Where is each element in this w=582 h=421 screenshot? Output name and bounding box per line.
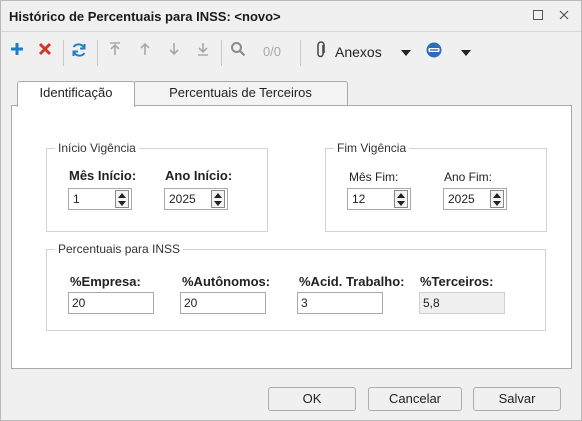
ano-fim-spinner[interactable]: 2025 — [443, 188, 507, 210]
autonomos-label: %Autônomos: — [182, 274, 271, 289]
ano-inicio-spinner[interactable]: 2025 — [164, 188, 228, 210]
ano-inicio-label: Ano Início: — [165, 168, 233, 183]
spinner-arrows-icon[interactable] — [490, 190, 504, 208]
spinner-arrows-icon[interactable] — [211, 190, 225, 208]
maximize-icon[interactable] — [528, 6, 548, 26]
tab-control: Identificação Percentuais de Terceiros I… — [11, 81, 572, 369]
ano-fim-label: Ano Fim: — [444, 170, 493, 184]
terceiros-input: 5,8 — [419, 292, 505, 314]
acid-trabalho-input[interactable]: 3 — [297, 292, 383, 314]
toolbar-separator — [97, 40, 98, 66]
last-icon[interactable] — [193, 41, 213, 63]
group-fim-vigencia: Fim Vigência Mês Fim: 12 Ano Fim: 2025 — [325, 141, 547, 232]
tab-identificacao[interactable]: Identificação — [17, 81, 135, 107]
tab-panel-identificacao: Início Vigência Mês Início: 1 Ano Início… — [11, 105, 572, 369]
annex-menu-label[interactable]: Anexos — [335, 41, 393, 63]
cancel-button[interactable]: Cancelar — [368, 387, 462, 411]
ano-fim-value[interactable]: 2025 — [448, 192, 475, 206]
autonomos-input[interactable]: 20 — [180, 292, 266, 314]
group-title-fim: Fim Vigência — [334, 141, 410, 155]
toolbar-separator — [300, 40, 301, 66]
spinner-arrows-icon[interactable] — [394, 190, 408, 208]
dialog-window: Histórico de Percentuais para INSS: <nov… — [0, 0, 582, 421]
refresh-icon[interactable] — [68, 41, 90, 63]
prev-icon[interactable] — [135, 41, 155, 63]
first-icon[interactable] — [105, 41, 125, 63]
toolbar-separator — [63, 40, 64, 66]
group-percentuais-inss: Percentuais para INSS %Empresa: 20 %Autô… — [46, 242, 546, 331]
save-button[interactable]: Salvar — [473, 387, 561, 411]
mes-fim-spinner[interactable]: 12 — [347, 188, 411, 210]
dropdown-arrow-icon[interactable] — [399, 41, 413, 63]
mes-fim-label: Mês Fim: — [349, 170, 399, 184]
mes-fim-value[interactable]: 12 — [352, 192, 365, 206]
toolbar: 0/0 Anexos — [1, 33, 581, 71]
group-inicio-vigencia: Início Vigência Mês Início: 1 Ano Início… — [46, 141, 268, 232]
add-icon[interactable] — [7, 41, 27, 63]
acid-trabalho-label: %Acid. Trabalho: — [299, 274, 405, 289]
next-icon[interactable] — [164, 41, 184, 63]
window-title: Histórico de Percentuais para INSS: <nov… — [9, 9, 281, 24]
ok-button[interactable]: OK — [268, 387, 356, 411]
empresa-label: %Empresa: — [70, 274, 141, 289]
toolbar-separator — [221, 40, 222, 66]
empresa-input[interactable]: 20 — [68, 292, 154, 314]
ano-inicio-value[interactable]: 2025 — [169, 192, 196, 206]
link-icon[interactable] — [423, 41, 445, 63]
attach-icon[interactable] — [312, 41, 330, 63]
tab-percentuais-terceiros[interactable]: Percentuais de Terceiros — [133, 81, 348, 105]
page-counter: 0/0 — [262, 44, 282, 59]
mes-inicio-label: Mês Início: — [69, 168, 137, 183]
close-icon[interactable] — [554, 6, 574, 26]
search-icon[interactable] — [228, 41, 248, 63]
delete-icon[interactable] — [35, 41, 55, 63]
terceiros-label: %Terceiros: — [420, 274, 494, 289]
mes-inicio-value[interactable]: 1 — [73, 192, 80, 206]
spinner-arrows-icon[interactable] — [115, 190, 129, 208]
dropdown-arrow-icon[interactable] — [459, 41, 473, 63]
title-bar: Histórico de Percentuais para INSS: <nov… — [1, 1, 581, 32]
group-title-percentuais: Percentuais para INSS — [55, 242, 184, 256]
mes-inicio-spinner[interactable]: 1 — [68, 188, 132, 210]
group-title-inicio: Início Vigência — [55, 141, 139, 155]
